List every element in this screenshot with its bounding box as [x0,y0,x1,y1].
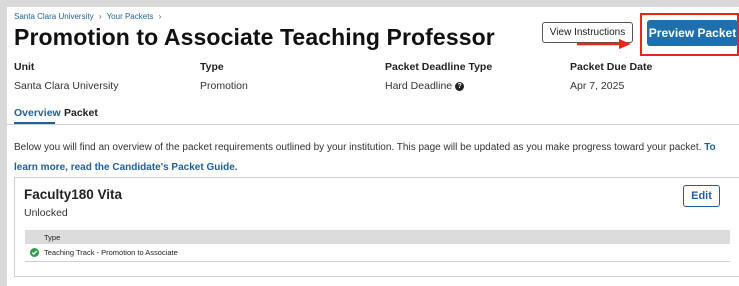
requirements-table: Type Teaching Track - Promotion to Assoc… [25,230,730,262]
unit-value: Santa Clara University [14,80,118,92]
deadline-type-label: Packet Deadline Type [385,61,493,73]
type-label: Type [200,61,224,73]
breadcrumb-separator: › [158,12,162,21]
unit-label: Unit [14,61,35,73]
breadcrumb-your-packets-link[interactable]: Your Packets [107,12,154,21]
deadline-type-value-text: Hard Deadline [385,80,453,92]
breadcrumb-university-link[interactable]: Santa Clara University [14,12,94,21]
card-title: Faculty180 Vita [24,187,123,202]
intro-description: Below you will find an overview of the p… [14,142,705,153]
page-title: Promotion to Associate Teaching Professo… [14,24,495,50]
due-date-value-text: Apr 7, 2025 [570,80,625,92]
breadcrumb: Santa Clara University › Your Packets › [14,12,164,21]
type-value: Promotion [200,80,248,92]
deadline-type-value: Hard Deadline ? [385,80,465,92]
breadcrumb-separator: › [98,12,102,21]
preview-packet-button[interactable]: Preview Packet [647,20,738,46]
type-value-text: Promotion [200,80,248,92]
unit-value-text: Santa Clara University [14,80,119,92]
table-header: Type [25,230,730,244]
column-header-type: Type [44,232,61,242]
check-circle-icon [30,248,39,257]
row-type-text: Teaching Track - Promotion to Associate [44,248,178,257]
red-arrow-icon [577,39,631,49]
question-circle-icon[interactable]: ? [455,81,465,91]
table-row: Teaching Track - Promotion to Associate [25,244,730,262]
due-date-label: Packet Due Date [570,61,653,73]
vita-card: Faculty180 Vita Unlocked Edit Type Teach… [14,177,739,277]
tab-packet[interactable]: Packet [64,107,98,119]
edit-button[interactable]: Edit [683,185,720,207]
tab-overview[interactable]: Overview [14,107,61,119]
card-status: Unlocked [24,207,68,219]
due-date-value: Apr 7, 2025 [570,80,624,92]
intro-text: Below you will find an overview of the p… [14,138,736,178]
tabs-divider [7,124,739,125]
